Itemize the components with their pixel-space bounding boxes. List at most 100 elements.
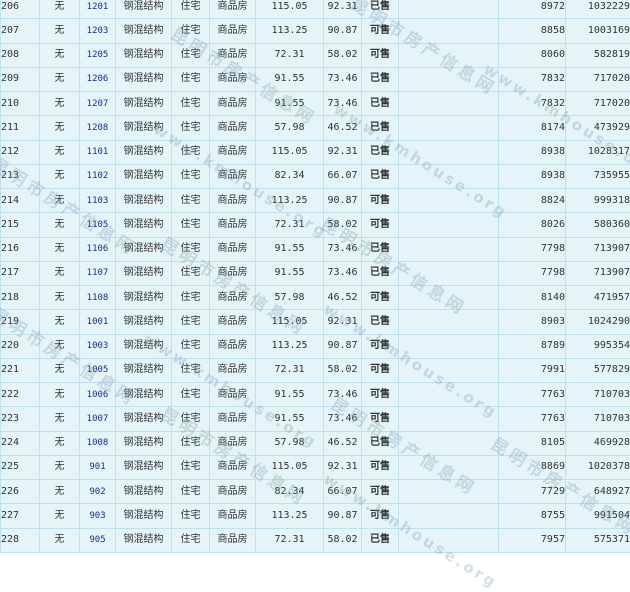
room-number-link[interactable]: 1205	[80, 43, 116, 67]
room-number-link[interactable]: 1007	[80, 407, 116, 431]
room-number-link[interactable]: 1107	[80, 261, 116, 285]
room-number-link[interactable]: 1208	[80, 116, 116, 140]
row-index: 224	[1, 431, 40, 455]
inner-area-cell: 73.46	[324, 383, 362, 407]
table-row: 226无902钢混结构住宅商品房82.3466.07可售7729648927	[1, 480, 630, 504]
inner-area-cell: 73.46	[324, 92, 362, 116]
room-link[interactable]: 1205	[87, 50, 109, 60]
property-type-cell: 商品房	[210, 480, 256, 504]
row-index: 209	[1, 67, 40, 91]
row-index: 210	[1, 92, 40, 116]
room-number-link[interactable]: 1105	[80, 213, 116, 237]
total-price-cell: 473929	[566, 116, 630, 140]
room-link[interactable]: 903	[89, 511, 105, 521]
table-row: 228无905钢混结构住宅商品房72.3158.02已售7957575371	[1, 528, 630, 552]
room-number-link[interactable]: 1203	[80, 19, 116, 43]
build-area-cell: 72.31	[256, 358, 324, 382]
room-link[interactable]: 1005	[87, 365, 109, 375]
room-link[interactable]: 1207	[87, 99, 109, 109]
property-type-cell: 商品房	[210, 116, 256, 140]
room-link[interactable]: 1008	[87, 438, 109, 448]
room-link[interactable]: 1001	[87, 317, 109, 327]
mark-cell: 无	[40, 455, 80, 479]
property-type-cell: 商品房	[210, 286, 256, 310]
room-link[interactable]: 1106	[87, 244, 109, 254]
structure-cell: 钢混结构	[116, 19, 172, 43]
sale-status-cell: 可售	[362, 286, 399, 310]
build-area-cell: 57.98	[256, 286, 324, 310]
table-row: 212无1101钢混结构住宅商品房115.0592.31已售8938102831…	[1, 140, 630, 164]
room-link[interactable]: 1105	[87, 220, 109, 230]
table-row: 221无1005钢混结构住宅商品房72.3158.02可售7991577829	[1, 358, 630, 382]
room-link[interactable]: 1206	[87, 74, 109, 84]
usage-cell: 住宅	[172, 0, 210, 19]
room-number-link[interactable]: 1206	[80, 67, 116, 91]
inner-area-cell: 73.46	[324, 407, 362, 431]
room-number-link[interactable]: 1005	[80, 358, 116, 382]
room-number-link[interactable]: 1003	[80, 334, 116, 358]
room-number-link[interactable]: 1006	[80, 383, 116, 407]
mark-cell: 无	[40, 431, 80, 455]
inner-area-cell: 90.87	[324, 334, 362, 358]
room-link[interactable]: 1006	[87, 390, 109, 400]
table-row: 220无1003钢混结构住宅商品房113.2590.87可售8789995354	[1, 334, 630, 358]
room-number-link[interactable]: 902	[80, 480, 116, 504]
room-number-link[interactable]: 1101	[80, 140, 116, 164]
room-link[interactable]: 1208	[87, 123, 109, 133]
room-link[interactable]: 1101	[87, 147, 109, 157]
total-price-cell: 999318	[566, 189, 630, 213]
property-type-cell: 商品房	[210, 19, 256, 43]
room-link[interactable]: 1007	[87, 414, 109, 424]
room-number-link[interactable]: 905	[80, 528, 116, 552]
room-link[interactable]: 1203	[87, 26, 109, 36]
room-link[interactable]: 1201	[87, 2, 109, 12]
room-number-link[interactable]: 1001	[80, 310, 116, 334]
build-area-cell: 115.05	[256, 310, 324, 334]
room-number-link[interactable]: 1201	[80, 0, 116, 19]
total-price-cell: 1032229	[566, 0, 630, 19]
room-link[interactable]: 905	[89, 535, 105, 545]
row-index: 208	[1, 43, 40, 67]
sale-status-cell: 已售	[362, 310, 399, 334]
blank-cell	[399, 116, 499, 140]
room-link[interactable]: 1108	[87, 293, 109, 303]
blank-cell	[399, 189, 499, 213]
usage-cell: 住宅	[172, 334, 210, 358]
room-number-link[interactable]: 1103	[80, 189, 116, 213]
room-number-link[interactable]: 903	[80, 504, 116, 528]
unit-price-cell: 7798	[499, 261, 566, 285]
row-index: 222	[1, 383, 40, 407]
room-link[interactable]: 1107	[87, 268, 109, 278]
room-link[interactable]: 1102	[87, 171, 109, 181]
table-row: 219无1001钢混结构住宅商品房115.0592.31已售8903102429…	[1, 310, 630, 334]
row-index: 226	[1, 480, 40, 504]
room-number-link[interactable]: 1106	[80, 237, 116, 261]
usage-cell: 住宅	[172, 116, 210, 140]
room-number-link[interactable]: 901	[80, 455, 116, 479]
usage-cell: 住宅	[172, 92, 210, 116]
build-area-cell: 91.55	[256, 407, 324, 431]
build-area-cell: 115.05	[256, 0, 324, 19]
mark-cell: 无	[40, 407, 80, 431]
room-link[interactable]: 901	[89, 462, 105, 472]
mark-cell: 无	[40, 261, 80, 285]
mark-cell: 无	[40, 480, 80, 504]
mark-cell: 无	[40, 504, 80, 528]
mark-cell: 无	[40, 286, 80, 310]
sale-status-cell: 已售	[362, 528, 399, 552]
room-link[interactable]: 1103	[87, 196, 109, 206]
room-number-link[interactable]: 1008	[80, 431, 116, 455]
sale-status-cell: 已售	[362, 261, 399, 285]
room-link[interactable]: 902	[89, 487, 105, 497]
room-link[interactable]: 1003	[87, 341, 109, 351]
blank-cell	[399, 358, 499, 382]
property-type-cell: 商品房	[210, 164, 256, 188]
room-number-link[interactable]: 1102	[80, 164, 116, 188]
unit-price-cell: 7832	[499, 67, 566, 91]
row-index: 228	[1, 528, 40, 552]
unit-price-cell: 7991	[499, 358, 566, 382]
room-number-link[interactable]: 1108	[80, 286, 116, 310]
usage-cell: 住宅	[172, 504, 210, 528]
room-number-link[interactable]: 1207	[80, 92, 116, 116]
total-price-cell: 710703	[566, 407, 630, 431]
